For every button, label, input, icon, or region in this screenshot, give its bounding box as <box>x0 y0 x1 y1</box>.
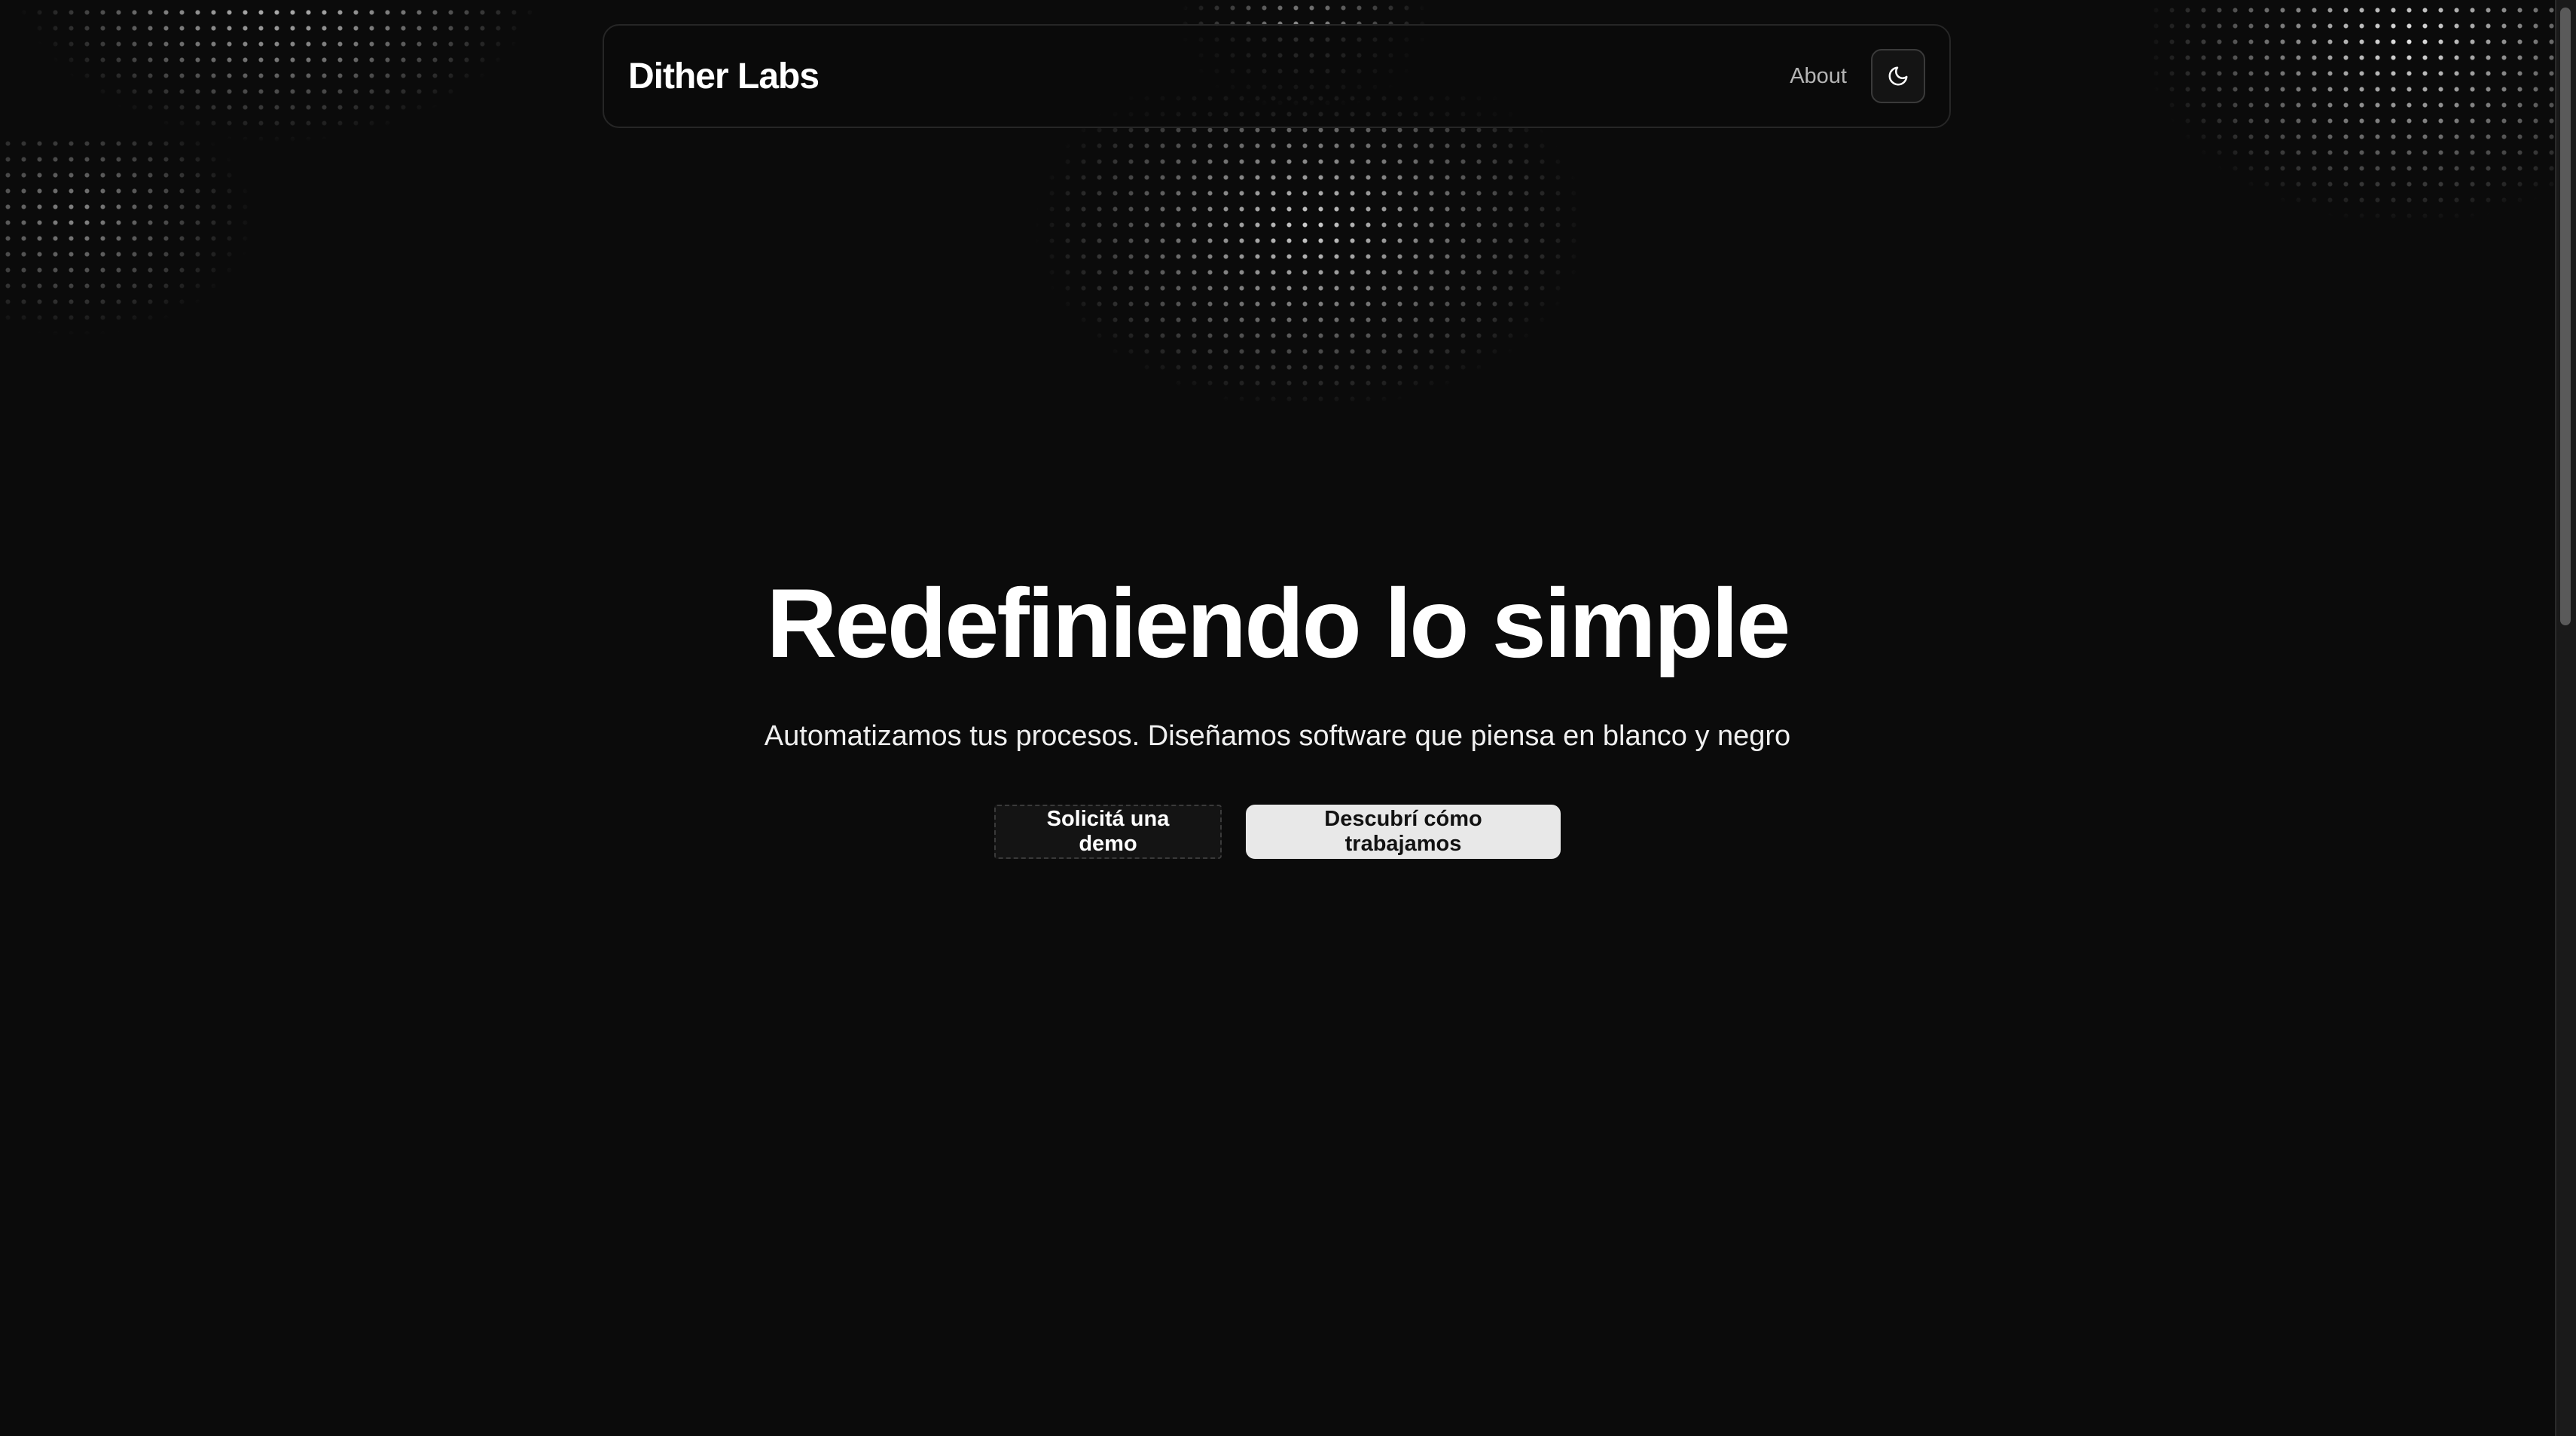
dither-pattern-right <box>1958 0 2555 377</box>
dither-background <box>0 0 2555 1436</box>
nav-link-about[interactable]: About <box>1790 64 1847 89</box>
nav-links: About <box>1790 49 1925 103</box>
dither-pattern-center <box>949 90 1672 482</box>
page: Dither Labs About Redefiniendo lo simple… <box>0 0 2555 1436</box>
theme-toggle-button[interactable] <box>1871 49 1925 103</box>
brand-logo[interactable]: Dither Labs <box>628 56 819 97</box>
dither-pattern-left <box>0 0 618 377</box>
hero-actions: Solicitá una demo Descubrí cómo trabajam… <box>0 805 2555 859</box>
dither-pattern-left-lower <box>0 136 377 407</box>
request-demo-button[interactable]: Solicitá una demo <box>994 805 1222 859</box>
hero-title: Redefiniendo lo simple <box>766 568 1791 678</box>
discover-how-we-work-button[interactable]: Descubrí cómo trabajamos <box>1246 805 1561 859</box>
navbar: Dither Labs About <box>603 24 1951 128</box>
moon-icon <box>1887 65 1909 87</box>
vertical-scrollbar[interactable] <box>2555 0 2576 1436</box>
scrollbar-thumb[interactable] <box>2560 8 2571 625</box>
hero-section: Redefiniendo lo simple Automatizamos tus… <box>0 0 2555 1436</box>
hero-subtitle: Automatizamos tus procesos. Diseñamos so… <box>764 720 1791 752</box>
